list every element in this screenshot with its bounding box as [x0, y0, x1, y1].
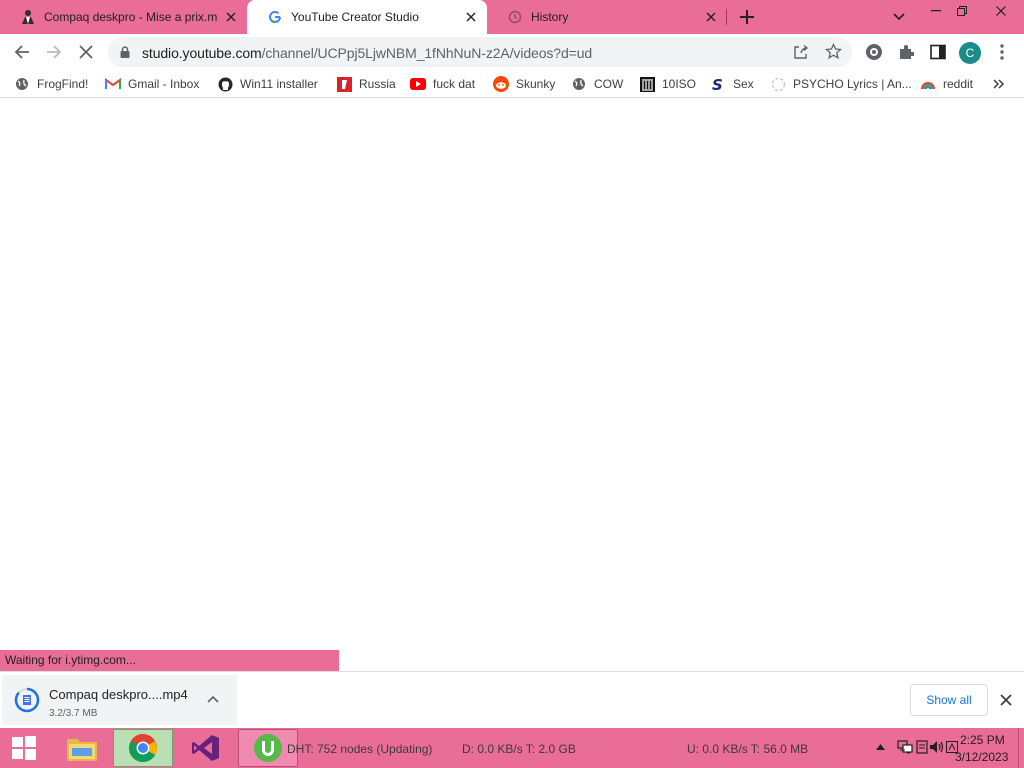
url-path: /channel/UCPpj5LjwNBM_1fNhNuN-z2A/videos…: [261, 45, 593, 61]
globe-icon: [14, 76, 30, 92]
tab-title: YouTube Creator Studio: [291, 10, 419, 24]
side-panel-icon[interactable]: [928, 42, 948, 62]
loading-icon: [770, 76, 786, 92]
network-icon[interactable]: [897, 740, 913, 754]
back-arrow-icon[interactable]: [12, 42, 32, 62]
tab-title: History: [531, 10, 569, 24]
url-host: studio.youtube.com: [142, 45, 262, 61]
close-tab-icon[interactable]: [703, 9, 719, 25]
bookmark-label: Skunky: [516, 77, 556, 91]
restore-icon[interactable]: [946, 0, 978, 22]
lock-icon[interactable]: [120, 46, 130, 58]
address-bar[interactable]: studio.youtube.com/channel/UCPpj5LjwNBM_…: [108, 37, 852, 67]
close-window-icon[interactable]: [978, 0, 1024, 22]
chrome-taskbar-icon[interactable]: [113, 729, 173, 767]
bookmark-label: 10ISO: [662, 77, 697, 91]
bookmarks-bar: FrogFind! Gmail - Inbox Win11 installer …: [0, 70, 1024, 98]
svg-text:S: S: [712, 77, 723, 92]
download-progress-file-icon: [14, 687, 40, 713]
tray-chevron-up-icon[interactable]: [876, 744, 885, 750]
clock-time[interactable]: 2:25 PM: [960, 733, 1005, 747]
bookmark-label: Gmail - Inbox: [128, 77, 200, 91]
bookmark-fuck-dat[interactable]: fuck dat: [410, 75, 475, 93]
extensions-puzzle-icon[interactable]: [896, 42, 916, 62]
bookmark-label: reddit: [943, 77, 974, 91]
bookmark-10iso[interactable]: 10ISO: [639, 75, 696, 93]
close-downloads-icon[interactable]: [1000, 694, 1012, 706]
show-all-button[interactable]: Show all: [910, 684, 988, 716]
s-logo-icon: S: [710, 76, 726, 92]
bookmark-label: PSYCHO Lyrics | An...: [793, 77, 912, 91]
clock-date[interactable]: 3/12/2023: [955, 750, 1008, 764]
windows-start-icon[interactable]: [0, 729, 48, 767]
taskbar: DHT: 752 nodes (Updating) D: 0.0 KB/s T:…: [0, 728, 1024, 768]
bookmark-star-icon[interactable]: [825, 43, 842, 60]
mail-icon[interactable]: [916, 740, 928, 754]
tab-youtube-studio[interactable]: YouTube Creator Studio: [247, 0, 487, 34]
volume-icon[interactable]: [929, 740, 945, 754]
page-content: [0, 98, 1024, 650]
bookmark-gmail[interactable]: Gmail - Inbox: [105, 75, 199, 93]
github-icon: [217, 76, 233, 92]
reddit-icon: [493, 76, 509, 92]
url-text: studio.youtube.com/channel/UCPpj5LjwNBM_…: [142, 45, 592, 61]
visual-studio-icon[interactable]: [176, 729, 236, 767]
download-item[interactable]: Compaq deskpro....mp4 3.2/3.7 MB: [2, 675, 237, 725]
stop-loading-icon[interactable]: [76, 42, 96, 62]
bookmarks-overflow-icon[interactable]: [993, 75, 1005, 93]
tab-history[interactable]: History: [487, 0, 727, 34]
close-tab-icon[interactable]: [463, 9, 479, 25]
chevron-up-icon[interactable]: [207, 695, 219, 703]
extension-circle-icon[interactable]: [864, 42, 884, 62]
close-tab-icon[interactable]: [223, 9, 239, 25]
file-explorer-icon[interactable]: [52, 729, 112, 767]
bookmark-label: Win11 installer: [240, 77, 318, 91]
youtube-icon: [410, 76, 426, 92]
tab-search-chevron-down-icon[interactable]: [883, 6, 915, 28]
tab-separator: [726, 9, 727, 25]
torrent-dht-status: DHT: 752 nodes (Updating): [287, 742, 433, 756]
new-tab-icon[interactable]: [737, 7, 757, 27]
bookmark-skunky[interactable]: Skunky: [493, 75, 555, 93]
torrent-download-stats: D: 0.0 KB/s T: 2.0 GB: [462, 742, 576, 756]
torrent-upload-stats: U: 0.0 KB/s T: 56.0 MB: [687, 742, 809, 756]
bookmark-label: COW: [594, 77, 624, 91]
gmail-icon: [105, 76, 121, 92]
status-bubble: Waiting for i.ytimg.com...: [0, 650, 339, 671]
share-icon[interactable]: [793, 44, 809, 60]
bookmark-russia[interactable]: Russia: [336, 75, 396, 93]
bookmark-win11[interactable]: Win11 installer: [217, 75, 318, 93]
forward-arrow-icon[interactable]: [44, 42, 64, 62]
red-square-icon: [336, 76, 352, 92]
bookmark-label: Sex: [733, 77, 754, 91]
history-icon: [507, 9, 523, 25]
rainbow-icon: [920, 76, 936, 92]
browser-toolbar: studio.youtube.com/channel/UCPpj5LjwNBM_…: [0, 34, 1024, 70]
bookmark-sex[interactable]: S Sex: [710, 75, 754, 93]
bookmark-label: FrogFind!: [37, 77, 89, 91]
bookmark-cow[interactable]: COW: [571, 75, 623, 93]
google-favicon-icon: [267, 9, 283, 25]
download-filename: Compaq deskpro....mp4: [49, 687, 188, 702]
tab-compaq[interactable]: Compaq deskpro - Mise a prix.m: [0, 0, 247, 34]
globe-icon: [571, 76, 587, 92]
tab-strip: Compaq deskpro - Mise a prix.m YouTube C…: [0, 0, 1024, 34]
bookmark-label: Russia: [359, 77, 396, 91]
person-favicon-icon: [20, 9, 36, 25]
tab-title: Compaq deskpro - Mise a prix.m: [44, 10, 218, 24]
profile-avatar[interactable]: C: [959, 42, 981, 64]
show-desktop-button[interactable]: [1018, 728, 1024, 768]
building-icon: [639, 76, 655, 92]
bookmark-frogfind[interactable]: FrogFind!: [14, 75, 88, 93]
bookmark-psycho-lyrics[interactable]: PSYCHO Lyrics | An...: [770, 75, 912, 93]
more-menu-icon[interactable]: [992, 42, 1012, 62]
download-size: 3.2/3.7 MB: [49, 708, 98, 719]
downloads-shelf: Compaq deskpro....mp4 3.2/3.7 MB Show al…: [0, 671, 1024, 728]
bookmark-reddit[interactable]: reddit: [920, 75, 973, 93]
bookmark-label: fuck dat: [433, 77, 476, 91]
